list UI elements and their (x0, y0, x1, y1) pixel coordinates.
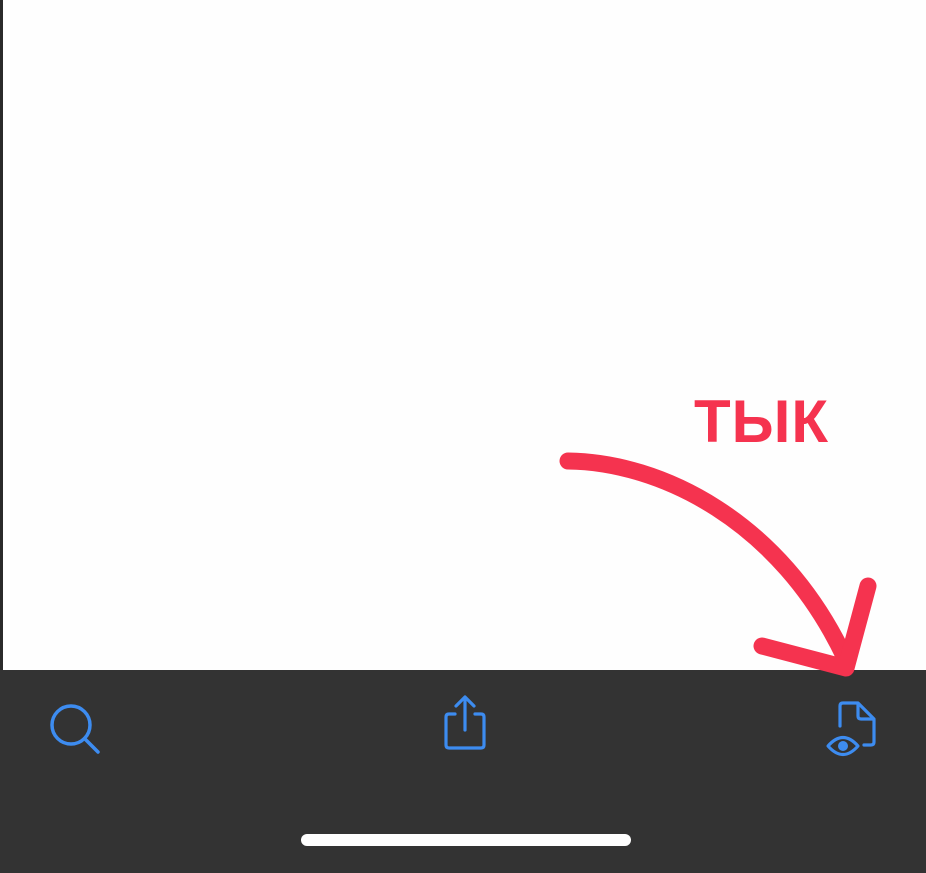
share-icon (444, 695, 486, 750)
search-icon (50, 704, 100, 754)
app-screen: ТЫК (0, 0, 926, 873)
home-indicator (301, 834, 631, 846)
document-preview-icon (826, 701, 876, 757)
bottom-toolbar (0, 670, 926, 873)
document-preview-button[interactable] (822, 696, 884, 762)
search-button[interactable] (44, 698, 106, 760)
document-content-area (3, 0, 926, 670)
share-button[interactable] (436, 692, 494, 754)
annotation-label: ТЫК (694, 388, 830, 455)
